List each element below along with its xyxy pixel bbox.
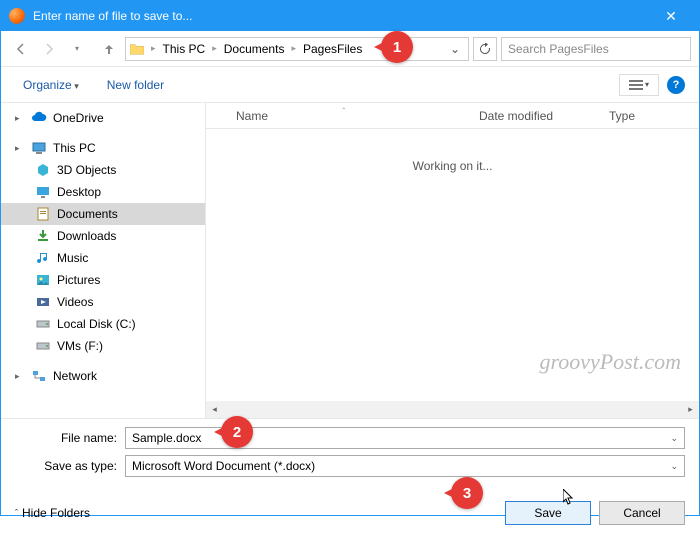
tree-item-pictures[interactable]: Pictures: [1, 269, 205, 291]
tree-item-label: Music: [57, 251, 88, 265]
pc-icon: [31, 140, 47, 156]
firefox-icon: [9, 8, 25, 24]
tree-item-label: Pictures: [57, 273, 100, 287]
view-options-button[interactable]: ▾: [619, 74, 659, 96]
button-row: ˆ Hide Folders Save Cancel: [1, 493, 699, 535]
column-type[interactable]: Type: [609, 109, 699, 123]
tree-item-label: OneDrive: [53, 111, 104, 125]
tree-item-local-disk-c-[interactable]: Local Disk (C:): [1, 313, 205, 335]
tree-item-label: Downloads: [57, 229, 116, 243]
window-title: Enter name of file to save to...: [33, 9, 651, 23]
tree-item-music[interactable]: Music: [1, 247, 205, 269]
tree-item-videos[interactable]: Videos: [1, 291, 205, 313]
nav-row: ▾ ▸ This PC ▸ Documents ▸ PagesFiles ⌄ S…: [1, 31, 699, 67]
cloud-icon: [31, 110, 47, 126]
titlebar: Enter name of file to save to... ✕: [1, 1, 699, 31]
tree-item-label: VMs (F:): [57, 339, 103, 353]
tree-item-downloads[interactable]: Downloads: [1, 225, 205, 247]
tree-item-label: 3D Objects: [57, 163, 116, 177]
annotation-3: 3: [451, 477, 483, 509]
tree-item-label: Desktop: [57, 185, 101, 199]
toolbar: Organize New folder ▾ ?: [1, 67, 699, 103]
forward-button[interactable]: [37, 37, 61, 61]
pictures-icon: [35, 272, 51, 288]
list-view-icon: [629, 79, 643, 91]
tree-item-network[interactable]: ▸Network: [1, 365, 205, 387]
watermark: groovyPost.com: [539, 349, 681, 375]
breadcrumb-item[interactable]: This PC: [161, 42, 208, 56]
horizontal-scrollbar[interactable]: ◂ ▸: [206, 401, 699, 418]
disk-icon: [35, 316, 51, 332]
folder-icon: [130, 41, 146, 57]
hide-folders-toggle[interactable]: ˆ Hide Folders: [15, 506, 90, 520]
save-form: File name: Sample.docx ⌄ Save as type: M…: [1, 418, 699, 493]
3d-icon: [35, 162, 51, 178]
scroll-left-icon[interactable]: ◂: [206, 401, 223, 418]
chevron-right-icon: ▸: [148, 43, 159, 54]
tree-item-onedrive[interactable]: ▸OneDrive: [1, 107, 205, 129]
column-name[interactable]: ˆ Name: [206, 109, 479, 123]
downloads-icon: [35, 228, 51, 244]
close-button[interactable]: ✕: [651, 8, 691, 25]
search-input[interactable]: Search PagesFiles: [501, 37, 691, 61]
cancel-button[interactable]: Cancel: [599, 501, 685, 525]
videos-icon: [35, 294, 51, 310]
filename-value: Sample.docx: [132, 431, 201, 445]
chevron-up-icon: ˆ: [15, 508, 18, 518]
new-folder-button[interactable]: New folder: [99, 74, 172, 96]
tree-item-vms-f-[interactable]: VMs (F:): [1, 335, 205, 357]
back-button[interactable]: [9, 37, 33, 61]
tree-item-documents[interactable]: Documents: [1, 203, 205, 225]
disk-icon: [35, 338, 51, 354]
desktop-icon: [35, 184, 51, 200]
savetype-select[interactable]: Microsoft Word Document (*.docx) ⌄: [125, 455, 685, 477]
mouse-cursor-icon: [563, 489, 575, 507]
up-button[interactable]: [97, 37, 121, 61]
list-header: ˆ Name Date modified Type: [206, 103, 699, 129]
chevron-right-icon: ▸: [209, 43, 220, 54]
tree-item-label: This PC: [53, 141, 96, 155]
savetype-label: Save as type:: [15, 459, 125, 473]
annotation-2: 2: [221, 416, 253, 448]
column-date[interactable]: Date modified: [479, 109, 609, 123]
tree-item-label: Videos: [57, 295, 93, 309]
tree-item-desktop[interactable]: Desktop: [1, 181, 205, 203]
breadcrumb-item[interactable]: Documents: [222, 42, 287, 56]
annotation-1: 1: [381, 31, 413, 63]
breadcrumb-item[interactable]: PagesFiles: [301, 42, 364, 56]
search-placeholder: Search PagesFiles: [508, 42, 609, 56]
tree-item-3d-objects[interactable]: 3D Objects: [1, 159, 205, 181]
savetype-value: Microsoft Word Document (*.docx): [132, 459, 315, 473]
chevron-down-icon[interactable]: ⌄: [670, 461, 678, 472]
tree-item-label: Network: [53, 369, 97, 383]
sort-caret-icon: ˆ: [343, 107, 346, 116]
scroll-right-icon[interactable]: ▸: [682, 401, 699, 418]
filename-label: File name:: [15, 431, 125, 445]
refresh-button[interactable]: [473, 37, 497, 61]
docs-icon: [35, 206, 51, 222]
chevron-right-icon: ▸: [288, 43, 299, 54]
save-button[interactable]: Save: [505, 501, 591, 525]
network-icon: [31, 368, 47, 384]
tree-item-this-pc[interactable]: ▸This PC: [1, 137, 205, 159]
organize-menu[interactable]: Organize: [15, 74, 87, 96]
folder-tree[interactable]: ▸OneDrive ▸This PC 3D Objects Desktop Docume…: [1, 103, 206, 418]
breadcrumb[interactable]: ▸ This PC ▸ Documents ▸ PagesFiles ⌄: [125, 37, 469, 61]
breadcrumb-dropdown[interactable]: ⌄: [446, 42, 464, 56]
recent-dropdown[interactable]: ▾: [65, 37, 89, 61]
help-button[interactable]: ?: [667, 76, 685, 94]
chevron-down-icon[interactable]: ⌄: [670, 433, 678, 444]
tree-item-label: Documents: [57, 207, 118, 221]
tree-item-label: Local Disk (C:): [57, 317, 136, 331]
music-icon: [35, 250, 51, 266]
